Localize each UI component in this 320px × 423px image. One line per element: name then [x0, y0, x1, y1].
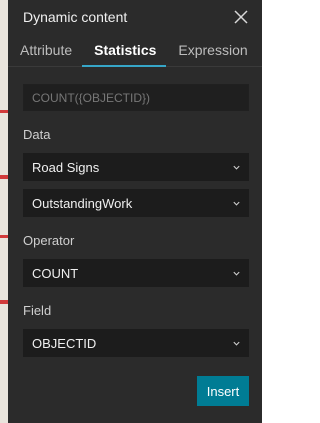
layer-select[interactable]: Road Signs — [23, 153, 249, 181]
operator-label: Operator — [23, 233, 75, 248]
tab-expression[interactable]: Expression — [166, 34, 257, 66]
operator-select-value: COUNT — [32, 265, 79, 281]
tab-attribute[interactable]: Attribute — [8, 34, 82, 66]
close-icon[interactable] — [232, 8, 250, 26]
insert-button[interactable]: Insert — [197, 376, 249, 406]
field-select[interactable]: OBJECTID — [23, 329, 249, 357]
chevron-down-icon — [233, 165, 240, 170]
chevron-down-icon — [233, 341, 240, 346]
chevron-down-icon — [233, 201, 240, 206]
field-select-value: OBJECTID — [32, 335, 97, 351]
tab-statistics[interactable]: Statistics — [82, 34, 167, 67]
sublayer-select-value: OutstandingWork — [32, 195, 133, 211]
map-background[interactable] — [0, 0, 8, 423]
map-road — [0, 300, 8, 304]
expression-field[interactable]: COUNT({OBJECTID}) — [23, 84, 249, 111]
map-road — [0, 235, 8, 238]
panel-title: Dynamic content — [23, 9, 128, 25]
panel-header: Dynamic content — [8, 0, 262, 34]
map-road — [0, 110, 8, 113]
dynamic-content-panel: Dynamic content Attribute Statistics Exp… — [8, 0, 262, 423]
data-label: Data — [23, 127, 51, 142]
sublayer-select[interactable]: OutstandingWork — [23, 189, 249, 217]
layer-select-value: Road Signs — [32, 159, 100, 175]
operator-select[interactable]: COUNT — [23, 259, 249, 287]
map-road — [0, 175, 8, 179]
field-label: Field — [23, 303, 52, 318]
chevron-down-icon — [233, 271, 240, 276]
tab-bar: Attribute Statistics Expression — [8, 34, 262, 67]
